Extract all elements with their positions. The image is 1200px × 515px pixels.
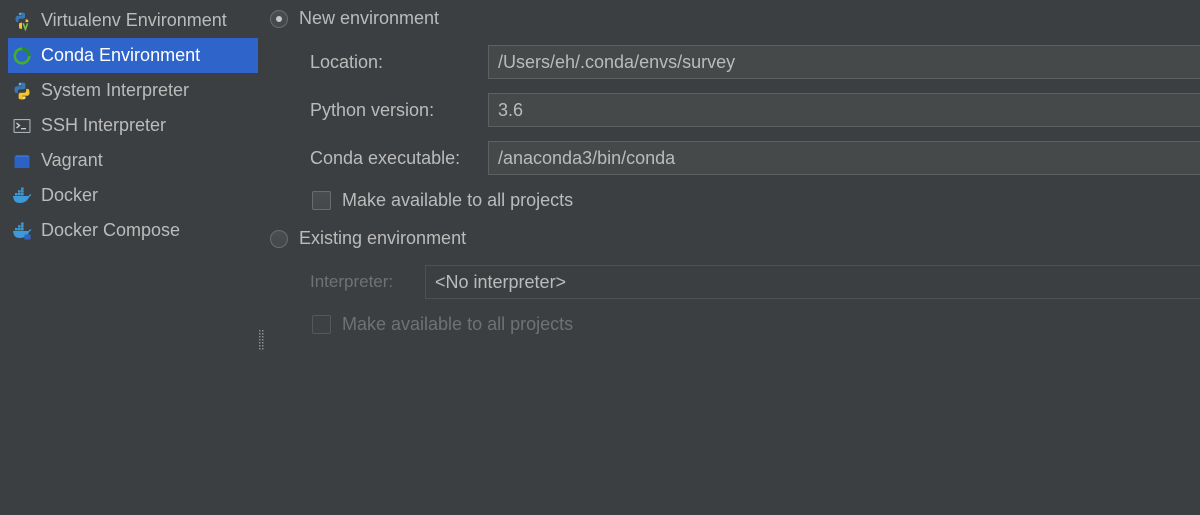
sidebar-item-label: System Interpreter <box>41 80 190 100</box>
interpreter-type-sidebar: Virtualenv Environment Conda Environment <box>0 0 262 515</box>
conda-icon <box>12 46 32 66</box>
make-available-checkbox-new[interactable]: Make available to all projects <box>312 190 573 211</box>
sidebar-item-label: Virtualenv Environment <box>41 10 227 30</box>
interpreter-label: Interpreter: <box>310 272 394 291</box>
conda-executable-input[interactable]: /anaconda3/bin/conda <box>488 141 1200 175</box>
make-available-label: Make available to all projects <box>342 190 574 210</box>
sidebar-item-label: Docker <box>41 185 99 205</box>
make-available-checkbox-existing[interactable]: Make available to all projects <box>312 314 573 335</box>
interpreter-select[interactable]: <No interpreter> <box>425 265 1200 299</box>
existing-environment-label: Existing environment <box>299 228 467 248</box>
interpreter-value: <No interpreter> <box>435 271 567 292</box>
sidebar-item-label: SSH Interpreter <box>41 115 167 135</box>
conda-executable-value: /anaconda3/bin/conda <box>498 147 676 168</box>
make-available-label: Make available to all projects <box>342 314 574 334</box>
python-icon <box>12 81 32 101</box>
location-input[interactable]: /Users/eh/.conda/envs/survey <box>488 45 1200 79</box>
conda-executable-label: Conda executable: <box>310 148 461 168</box>
docker-icon <box>12 186 32 206</box>
python-version-select[interactable]: 3.6 <box>488 93 1200 127</box>
conda-environment-dialog: Virtualenv Environment Conda Environment <box>0 0 1200 515</box>
sidebar-item-docker[interactable]: Docker <box>8 178 258 213</box>
sidebar-item-docker-compose[interactable]: Docker Compose <box>8 213 258 248</box>
new-environment-label: New environment <box>299 8 440 28</box>
location-value: /Users/eh/.conda/envs/survey <box>498 51 736 72</box>
radio-button-checked[interactable] <box>270 9 288 28</box>
python-version-value: 3.6 <box>498 99 524 120</box>
docker-compose-icon <box>12 221 32 241</box>
sidebar-item-system-interpreter[interactable]: System Interpreter <box>8 73 258 108</box>
python-version-label: Python version: <box>310 100 435 120</box>
sidebar-item-ssh-interpreter[interactable]: SSH Interpreter <box>8 108 258 143</box>
vagrant-icon <box>12 151 32 171</box>
location-label: Location: <box>310 52 384 72</box>
existing-environment-radio[interactable]: Existing environment <box>270 228 466 249</box>
splitter-handle[interactable] <box>259 330 264 352</box>
new-environment-radio[interactable]: New environment <box>270 8 439 29</box>
sidebar-item-label: Vagrant <box>41 150 103 170</box>
sidebar-item-conda[interactable]: Conda Environment <box>8 38 258 73</box>
sidebar-item-label: Conda Environment <box>41 45 201 65</box>
checkbox-unchecked[interactable] <box>312 191 331 210</box>
python-virtualenv-icon <box>12 11 32 31</box>
sidebar-item-vagrant[interactable]: Vagrant <box>8 143 258 178</box>
sidebar-item-label: Docker Compose <box>41 220 181 240</box>
sidebar-item-virtualenv[interactable]: Virtualenv Environment <box>8 3 258 38</box>
terminal-icon <box>12 116 32 136</box>
checkbox-disabled[interactable] <box>312 315 331 334</box>
radio-button-unchecked[interactable] <box>270 229 288 248</box>
